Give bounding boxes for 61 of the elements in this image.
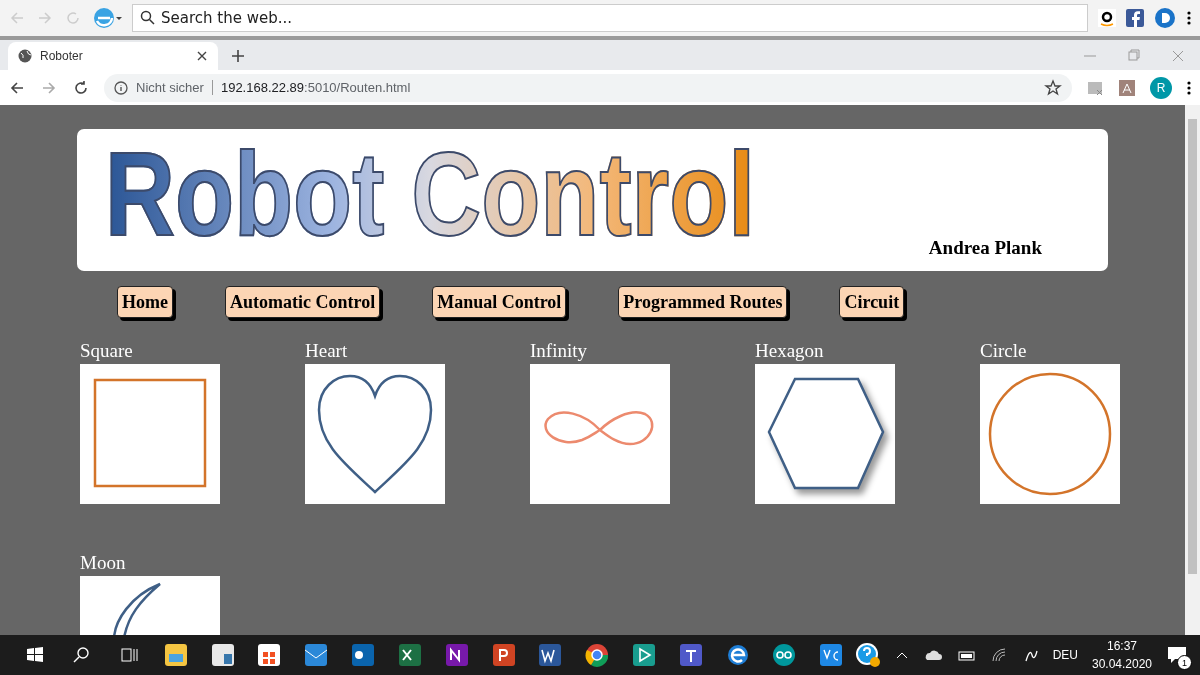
address-field[interactable]: Nicht sicher 192.168.22.89:5010/Routen.html <box>104 73 1072 102</box>
pdf-icon[interactable] <box>1118 78 1136 97</box>
route-title: Square <box>80 340 134 363</box>
route-title: Moon <box>80 552 127 575</box>
clock-date: 30.04.2020 <box>1091 657 1153 671</box>
reload-icon <box>64 9 82 27</box>
nav-button[interactable]: Programmed Routes <box>618 286 788 318</box>
nav-button[interactable]: Manual Control <box>432 286 567 318</box>
reload-icon[interactable] <box>72 78 90 97</box>
route-title: Circle <box>980 340 1028 363</box>
vnc-icon[interactable] <box>818 642 845 668</box>
facebook-icon[interactable] <box>1126 9 1144 27</box>
battery-icon[interactable] <box>956 648 977 662</box>
folder-icon[interactable] <box>162 642 189 668</box>
chrome-icon[interactable] <box>584 642 611 668</box>
search-icon <box>139 9 157 27</box>
help-icon[interactable] <box>854 642 881 668</box>
browser-tab[interactable]: Roboter <box>8 42 218 70</box>
route-image[interactable] <box>80 364 220 504</box>
tab-title: Roboter <box>40 49 84 63</box>
clock[interactable]: 16:37 30.04.2020 <box>1091 639 1153 671</box>
onenote-icon[interactable] <box>443 642 470 668</box>
nav-button[interactable]: Automatic Control <box>225 286 381 318</box>
store-icon[interactable] <box>256 642 283 668</box>
route-title: Infinity <box>530 340 588 363</box>
route-image[interactable] <box>305 364 445 504</box>
author-name: Andrea Plank <box>928 237 1042 259</box>
route-image[interactable] <box>755 364 895 504</box>
search-icon[interactable] <box>73 646 92 664</box>
menu-icon[interactable] <box>1186 9 1192 27</box>
player-icon[interactable] <box>630 642 657 668</box>
info-icon <box>114 80 128 95</box>
amazon-icon[interactable] <box>1098 9 1116 27</box>
route-title: Heart <box>305 340 349 363</box>
extension-icon[interactable] <box>1154 7 1176 29</box>
windows-icon[interactable] <box>26 646 45 664</box>
document-icon[interactable] <box>209 642 236 668</box>
word-icon[interactable] <box>537 642 564 668</box>
notification-button[interactable]: 1 <box>1166 644 1189 666</box>
profile-avatar[interactable]: R <box>1150 76 1172 99</box>
close-icon[interactable] <box>196 50 208 62</box>
url-text: 192.168.22.89:5010/Routen.html <box>220 80 411 95</box>
teams-icon[interactable] <box>677 642 704 668</box>
moon-drawing <box>112 582 162 635</box>
arduino-icon[interactable] <box>771 642 798 668</box>
outlook-icon[interactable] <box>350 642 377 668</box>
route-title: Hexagon <box>755 340 825 363</box>
excel-icon[interactable] <box>396 642 423 668</box>
task-view-icon[interactable] <box>120 646 139 664</box>
clock-time: 16:37 <box>1107 639 1137 653</box>
star-icon[interactable] <box>1044 78 1062 97</box>
language-indicator[interactable]: DEU <box>1052 648 1078 662</box>
scrollbar-thumb[interactable] <box>1188 119 1197 574</box>
security-label: Nicht sicher <box>136 80 213 95</box>
mail-icon[interactable] <box>303 642 330 668</box>
nav-button[interactable]: Home <box>117 286 173 318</box>
route-image[interactable] <box>980 364 1120 504</box>
powerpoint-icon[interactable] <box>490 642 517 668</box>
search-field[interactable]: Search the web... <box>132 4 1088 32</box>
notification-count: 1 <box>1177 655 1193 670</box>
nav-button[interactable]: Circuit <box>839 286 905 318</box>
